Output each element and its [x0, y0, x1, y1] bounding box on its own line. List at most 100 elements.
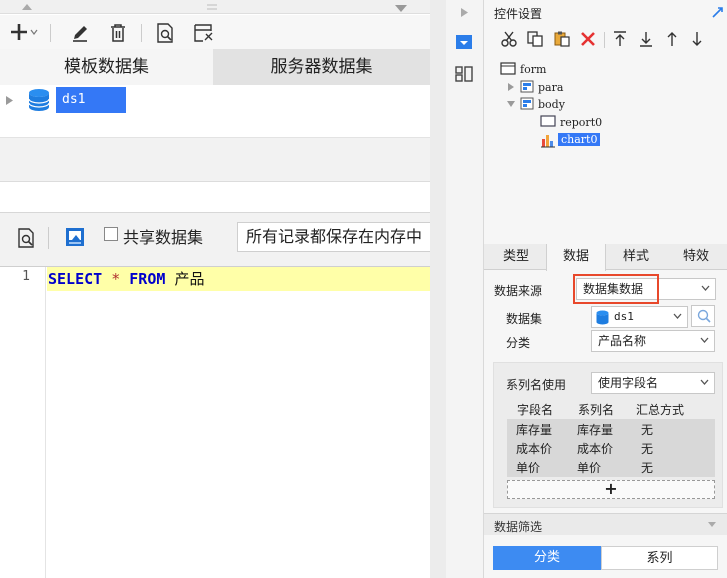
- category-select[interactable]: 产品名称: [591, 330, 715, 352]
- tab-style[interactable]: 样式: [606, 244, 666, 270]
- sql-editor[interactable]: 1 SELECT * FROM 产品: [0, 266, 430, 578]
- expand-arrow-icon[interactable]: [461, 8, 468, 17]
- tab-server-datasets[interactable]: 服务器数据集: [213, 49, 430, 85]
- share-dataset-checkbox[interactable]: [104, 227, 118, 241]
- toolbar-divider: [50, 24, 51, 42]
- table-cell[interactable]: 成本价: [516, 440, 552, 457]
- filter-tabs: 分类 系列: [493, 546, 718, 570]
- memory-mode-select[interactable]: 所有记录都保存在内存中: [237, 222, 430, 252]
- delete-widget-icon[interactable]: [580, 31, 596, 47]
- move-to-top-icon[interactable]: [613, 31, 627, 47]
- expand-arrow-icon[interactable]: [508, 83, 514, 91]
- dataset-name-area: [0, 137, 430, 181]
- dataset-toolbar: [0, 15, 430, 49]
- dataset-properties-icon[interactable]: [193, 22, 215, 44]
- chevron-down-icon: [708, 522, 716, 527]
- property-tabs: 类型 数据 样式 特效: [484, 244, 727, 271]
- dataset-tree: ds1: [0, 85, 430, 137]
- pane-menu-icon[interactable]: [395, 5, 407, 12]
- sql-from-keyword: FROM: [129, 270, 166, 288]
- series-field-rows: 库存量 库存量 无 成本价 成本价 无 单价 单价 无: [507, 419, 715, 477]
- report-icon: [540, 115, 556, 127]
- dataset-tabs: 模板数据集 服务器数据集: [0, 49, 430, 85]
- move-to-bottom-icon[interactable]: [639, 31, 653, 47]
- sql-select-keyword: SELECT: [48, 270, 103, 288]
- chevron-down-icon: [673, 313, 682, 319]
- add-series-button[interactable]: +: [507, 480, 715, 499]
- toolbar-divider: [604, 32, 605, 48]
- series-name-label: 系列名使用: [506, 378, 567, 392]
- filter-tab-series[interactable]: 系列: [601, 546, 718, 570]
- widget-library-icon[interactable]: [455, 66, 473, 82]
- line-number: 1: [22, 269, 30, 284]
- dataset-search-button[interactable]: [691, 305, 715, 327]
- data-filter-label: 数据筛选: [494, 520, 543, 534]
- data-filter-header[interactable]: 数据筛选: [484, 513, 727, 535]
- collapse-arrow-icon[interactable]: [507, 101, 515, 107]
- tree-node-report0[interactable]: report0: [560, 116, 602, 129]
- tree-node-chart0[interactable]: chart0: [558, 133, 601, 146]
- copy-icon[interactable]: [527, 31, 543, 47]
- pin-icon[interactable]: [712, 6, 724, 18]
- series-name-select[interactable]: 使用字段名: [591, 372, 715, 394]
- chart-icon: [541, 135, 555, 148]
- para-icon: [520, 80, 534, 93]
- tab-type[interactable]: 类型: [486, 244, 546, 270]
- table-cell[interactable]: 成本价: [577, 440, 613, 457]
- chevron-down-icon: [700, 379, 709, 385]
- drag-handle-icon[interactable]: [207, 4, 217, 10]
- dataset-editor-pane: 模板数据集 服务器数据集 ds1 共享数据集 所有记录都保存在内存中 1 SEL…: [0, 0, 430, 578]
- filter-tab-category[interactable]: 分类: [493, 546, 601, 570]
- table-cell[interactable]: 库存量: [577, 421, 613, 438]
- col-header-field: 字段名: [517, 401, 554, 420]
- data-source-label: 数据来源: [494, 284, 543, 298]
- expand-arrow-icon[interactable]: [6, 96, 13, 105]
- dataset-name-ds1[interactable]: ds1: [56, 87, 126, 113]
- series-name-value: 使用字段名: [598, 376, 659, 390]
- tab-effects[interactable]: 特效: [666, 244, 726, 270]
- panel-title: 控件设置: [494, 7, 543, 21]
- cut-icon[interactable]: [501, 31, 517, 47]
- tab-data[interactable]: 数据: [546, 244, 606, 271]
- sql-star: *: [111, 270, 121, 288]
- preview-sql-icon[interactable]: [16, 227, 36, 249]
- form-icon: [500, 62, 516, 75]
- move-down-icon[interactable]: [690, 31, 704, 47]
- toolbar-divider: [48, 227, 49, 249]
- table-cell[interactable]: 无: [641, 440, 653, 457]
- edit-pencil-icon[interactable]: [70, 23, 90, 43]
- dataset-value: ds1: [614, 310, 634, 323]
- move-up-icon[interactable]: [665, 31, 679, 47]
- table-cell[interactable]: 无: [641, 459, 653, 476]
- pane-splitter[interactable]: [430, 0, 446, 578]
- collapse-up-icon[interactable]: [22, 4, 32, 10]
- category-value: 产品名称: [598, 334, 647, 348]
- widget-tree: form para body report0 chart0: [488, 58, 724, 242]
- tree-node-body[interactable]: body: [538, 98, 565, 111]
- share-dataset-label: 共享数据集: [123, 228, 204, 247]
- tree-node-para[interactable]: para: [538, 81, 563, 94]
- database-icon: [28, 89, 50, 111]
- sql-query-text[interactable]: SELECT * FROM 产品: [48, 268, 204, 290]
- dataset-spacer-row: [0, 181, 430, 212]
- line-number-gutter: 1: [0, 267, 46, 578]
- pane-header-bar: [0, 0, 430, 14]
- search-icon: [697, 309, 711, 323]
- add-dataset-icon[interactable]: [8, 21, 38, 43]
- preview-dataset-icon[interactable]: [155, 22, 175, 44]
- body-icon: [520, 97, 534, 110]
- delete-trash-icon[interactable]: [108, 23, 128, 43]
- dataset-select[interactable]: ds1: [591, 306, 688, 328]
- paste-icon[interactable]: [554, 31, 570, 47]
- widget-settings-tab-icon[interactable]: [455, 34, 473, 50]
- chevron-down-icon: [701, 285, 710, 291]
- table-cell[interactable]: 无: [641, 421, 653, 438]
- highlight-annotation: [573, 274, 659, 304]
- sql-editor-icon[interactable]: [64, 226, 86, 248]
- tab-template-datasets[interactable]: 模板数据集: [0, 49, 213, 85]
- table-cell[interactable]: 单价: [577, 459, 601, 476]
- table-cell[interactable]: 库存量: [516, 421, 552, 438]
- widget-toolbar: [484, 26, 727, 54]
- tree-node-form[interactable]: form: [520, 63, 546, 76]
- table-cell[interactable]: 单价: [516, 459, 540, 476]
